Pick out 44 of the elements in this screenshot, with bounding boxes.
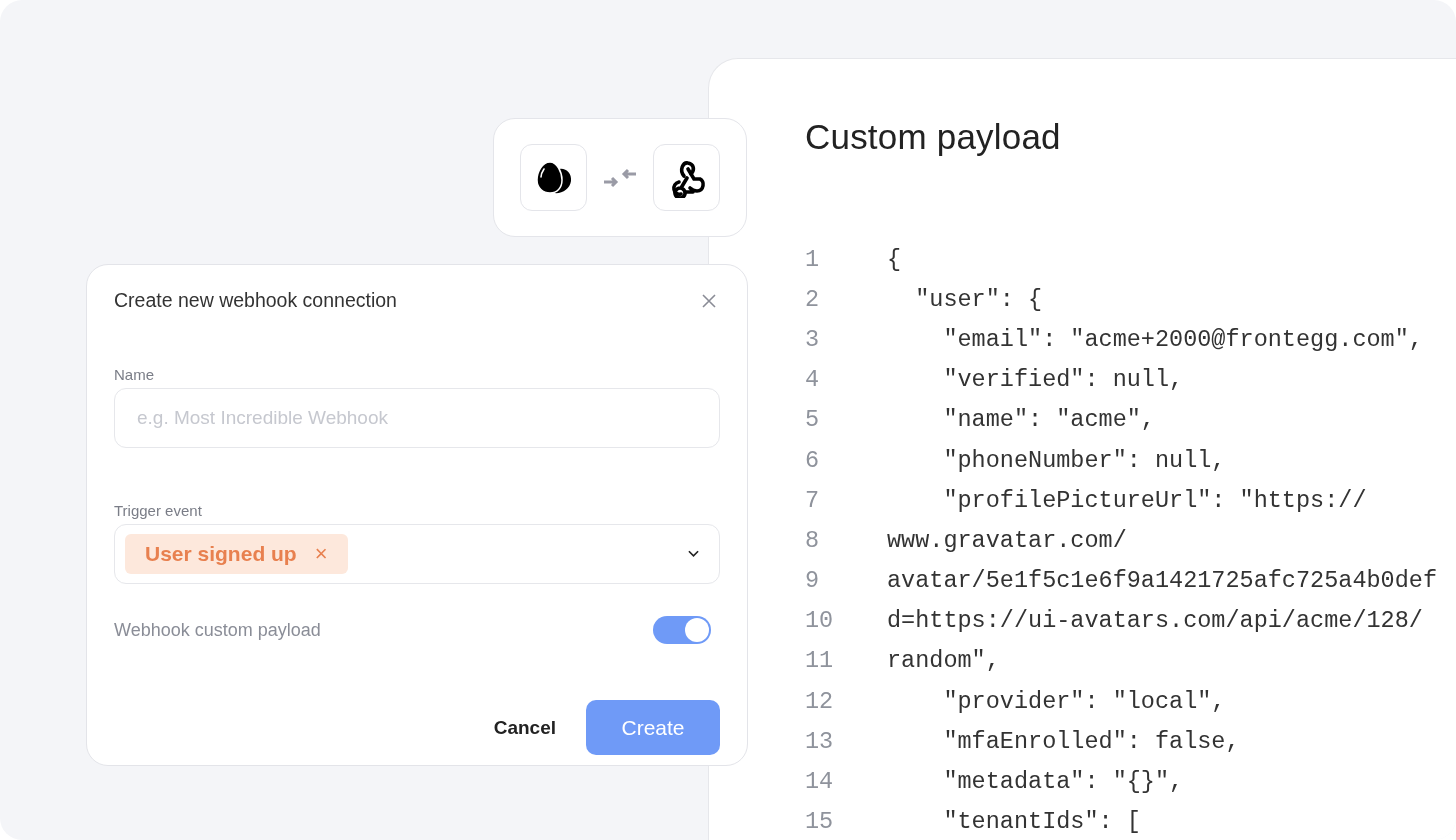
code-line: d=https://ui-avatars.com/api/acme/128/ [887, 607, 1423, 635]
line-number: 2 [805, 285, 821, 313]
line-number: 6 [805, 446, 821, 474]
line-number: 12 [805, 687, 835, 715]
code-line: "email": "acme+2000@frontegg.com", [942, 325, 1423, 353]
code-line: "name": "acme", [942, 406, 1155, 434]
code-line: random", [887, 647, 1000, 675]
line-number: 9 [805, 567, 821, 595]
remove-chip-button[interactable]: × [314, 543, 328, 565]
name-field[interactable]: e.g. Most Incredible Webhook [114, 388, 720, 448]
line-number: 5 [805, 406, 821, 434]
line-number: 13 [805, 727, 835, 755]
toggle-switch[interactable] [653, 616, 711, 644]
caret-icon [688, 550, 699, 558]
line-number: 14 [805, 768, 835, 796]
code-line: "tenantIds": [ [942, 808, 1141, 836]
code-line: "mfaEnrolled": false, [942, 727, 1240, 755]
line-number: 15 [805, 808, 835, 836]
line-number: 3 [805, 325, 821, 353]
code-line: { [887, 245, 902, 273]
dialog-title: Create new webhook connection [114, 289, 397, 312]
chip-label: User signed up [145, 542, 297, 566]
toggle-label: Webhook custom payload [114, 619, 321, 641]
field-label: Trigger event [114, 502, 202, 519]
create-button[interactable]: Create [586, 700, 720, 755]
field-label: Name [114, 366, 154, 383]
code-line: "phoneNumber": null, [942, 446, 1226, 474]
cancel-button[interactable]: Cancel [493, 700, 556, 755]
code-line: www.gravatar.com/ [887, 526, 1127, 554]
line-number: 10 [805, 607, 835, 635]
line-number: 1 [805, 245, 821, 273]
panel-title: Custom payload [805, 117, 1062, 157]
code-line: "profilePictureUrl": "https:// [942, 486, 1367, 514]
code-line: "metadata": "{}", [942, 768, 1184, 796]
code-line: "user": { [914, 285, 1043, 313]
line-number: 8 [805, 526, 821, 554]
close-button[interactable] [701, 292, 717, 309]
trigger-select[interactable]: User signed up × [114, 524, 720, 584]
code-line: "verified": null, [942, 366, 1184, 394]
code-line: "provider": "local", [942, 687, 1226, 715]
line-number: 7 [805, 486, 821, 514]
code-line: avatar/5e1f5c1e6f9a1421725afc725a4b0def [887, 567, 1437, 595]
line-number: 11 [805, 647, 835, 675]
line-number: 4 [805, 366, 821, 394]
